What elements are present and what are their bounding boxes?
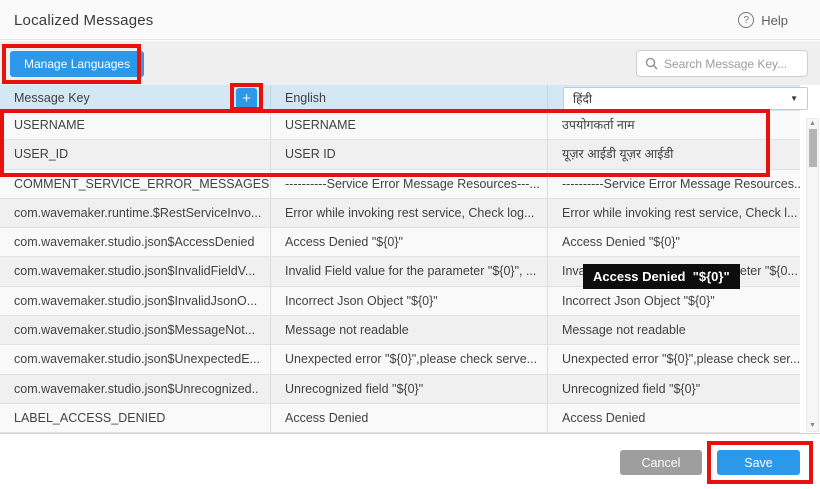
- table-row: com.wavemaker.studio.json$AccessDenied A…: [0, 228, 800, 257]
- vertical-scrollbar[interactable]: ▲ ▼: [806, 118, 819, 432]
- column-header-message-key: Message Key: [0, 85, 270, 111]
- cell-message-key[interactable]: com.wavemaker.studio.json$UnexpectedE...: [0, 345, 270, 373]
- scroll-down-icon[interactable]: ▼: [807, 422, 818, 430]
- cell-message-key[interactable]: USERNAME: [0, 111, 270, 139]
- cell-message-key[interactable]: com.wavemaker.studio.json$InvalidJsonO..…: [0, 287, 270, 315]
- cell-english[interactable]: Access Denied "${0}": [270, 228, 547, 256]
- cell-message-key[interactable]: com.wavemaker.studio.json$Unrecognized..: [0, 375, 270, 403]
- language-select[interactable]: हिंदी ▼: [563, 87, 808, 110]
- cell-english[interactable]: Error while invoking rest service, Check…: [270, 199, 547, 227]
- tooltip: Access Denied "${0}": [583, 264, 740, 289]
- cell-english[interactable]: Invalid Field value for the parameter "$…: [270, 257, 547, 285]
- title-bar: Localized Messages ? Help: [0, 0, 820, 40]
- table-row: com.wavemaker.runtime.$RestServiceInvo..…: [0, 199, 800, 228]
- table-row: com.wavemaker.studio.json$Unrecognized..…: [0, 375, 800, 404]
- table-row: com.wavemaker.studio.json$UnexpectedE...…: [0, 345, 800, 374]
- cell-translation[interactable]: यूज़र आईडी यूज़र आईडी: [547, 140, 800, 168]
- cancel-button[interactable]: Cancel: [620, 450, 702, 475]
- help-icon: ?: [738, 12, 754, 28]
- cell-message-key[interactable]: com.wavemaker.studio.json$InvalidFieldV.…: [0, 257, 270, 285]
- plus-icon: +: [242, 90, 251, 107]
- cell-message-key[interactable]: com.wavemaker.studio.json$MessageNot...: [0, 316, 270, 344]
- cell-translation[interactable]: Error while invoking rest service, Check…: [547, 199, 800, 227]
- table-row: COMMENT_SERVICE_ERROR_MESSAGES ---------…: [0, 170, 800, 199]
- cell-message-key[interactable]: com.wavemaker.studio.json$AccessDenied: [0, 228, 270, 256]
- cell-english[interactable]: Unexpected error "${0}",please check ser…: [270, 345, 547, 373]
- column-header-english: English: [270, 85, 547, 111]
- cell-english[interactable]: ----------Service Error Message Resource…: [270, 170, 547, 198]
- cell-translation[interactable]: Unexpected error "${0}",please check ser…: [547, 345, 800, 373]
- cell-message-key[interactable]: COMMENT_SERVICE_ERROR_MESSAGES: [0, 170, 270, 198]
- help-button[interactable]: ? Help: [738, 12, 788, 28]
- cell-translation[interactable]: Message not readable: [547, 316, 800, 344]
- cell-english[interactable]: Incorrect Json Object "${0}": [270, 287, 547, 315]
- save-button[interactable]: Save: [717, 450, 800, 475]
- cell-translation[interactable]: Access Denied: [547, 404, 800, 432]
- page-title: Localized Messages: [14, 12, 154, 29]
- table-row: USER_ID USER ID यूज़र आईडी यूज़र आईडी: [0, 140, 800, 169]
- scrollbar-thumb[interactable]: [809, 129, 817, 167]
- localized-messages-dialog: Localized Messages ? Help Manage Languag…: [0, 0, 820, 489]
- cell-translation[interactable]: Incorrect Json Object "${0}": [547, 287, 800, 315]
- scroll-up-icon[interactable]: ▲: [807, 120, 818, 128]
- toolbar: Manage Languages: [0, 41, 820, 85]
- search-icon: [645, 57, 658, 70]
- chevron-down-icon: ▼: [790, 94, 798, 103]
- cell-english[interactable]: Access Denied: [270, 404, 547, 432]
- manage-languages-button[interactable]: Manage Languages: [10, 51, 144, 77]
- cell-english[interactable]: USERNAME: [270, 111, 547, 139]
- table-row: com.wavemaker.studio.json$InvalidJsonO..…: [0, 287, 800, 316]
- search-input[interactable]: [664, 57, 799, 71]
- cell-translation[interactable]: Access Denied "${0}": [547, 228, 800, 256]
- cell-translation[interactable]: उपयोगकर्ता नाम: [547, 111, 800, 139]
- language-select-value: हिंदी: [573, 90, 592, 107]
- cell-translation[interactable]: ----------Service Error Message Resource…: [547, 170, 800, 198]
- cell-message-key[interactable]: USER_ID: [0, 140, 270, 168]
- table-row: com.wavemaker.studio.json$MessageNot... …: [0, 316, 800, 345]
- search-box[interactable]: [636, 50, 808, 77]
- table-row: USERNAME USERNAME उपयोगकर्ता नाम: [0, 111, 800, 140]
- cell-english[interactable]: Unrecognized field "${0}": [270, 375, 547, 403]
- table-bottom-divider: [0, 433, 820, 434]
- cell-translation[interactable]: Unrecognized field "${0}": [547, 375, 800, 403]
- cell-message-key[interactable]: com.wavemaker.runtime.$RestServiceInvo..…: [0, 199, 270, 227]
- cell-message-key[interactable]: LABEL_ACCESS_DENIED: [0, 404, 270, 432]
- add-language-button[interactable]: +: [236, 88, 257, 109]
- help-label: Help: [761, 13, 788, 28]
- cell-english[interactable]: USER ID: [270, 140, 547, 168]
- table-row: LABEL_ACCESS_DENIED Access Denied Access…: [0, 404, 800, 433]
- cell-english[interactable]: Message not readable: [270, 316, 547, 344]
